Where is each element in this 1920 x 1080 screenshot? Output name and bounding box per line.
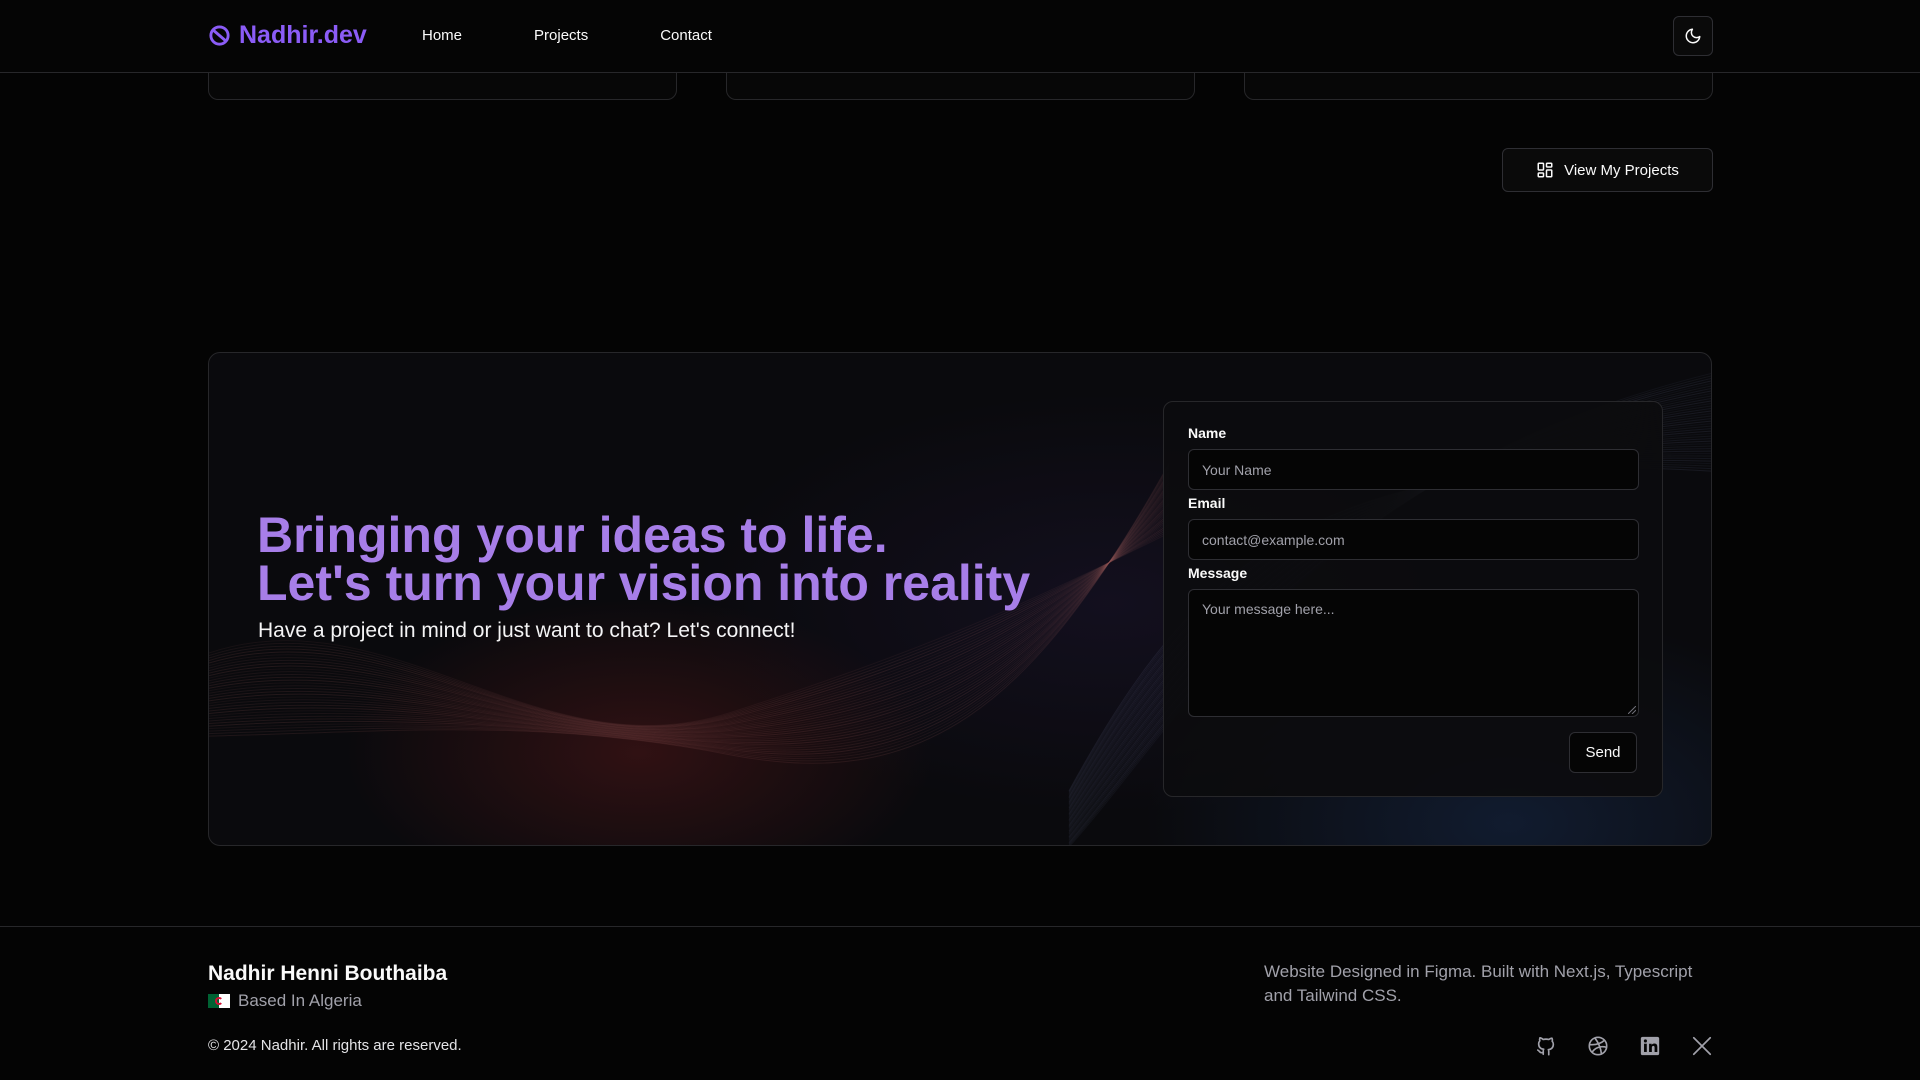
headline-line-2: Let's turn your vision into reality — [257, 555, 1031, 611]
contact-subline: Have a project in mind or just want to c… — [258, 619, 796, 642]
contact-section: Bringing your ideas to life. Let's turn … — [208, 352, 1712, 846]
nav-projects[interactable]: Projects — [534, 27, 588, 44]
x-icon[interactable] — [1691, 1035, 1713, 1057]
site-header: Nadhir.dev Home Projects Contact — [0, 0, 1920, 73]
main-nav: Home Projects Contact — [422, 27, 784, 44]
theme-toggle-button[interactable] — [1673, 16, 1713, 56]
name-input[interactable]: Your Name — [1188, 449, 1639, 490]
linkedin-icon[interactable] — [1639, 1035, 1661, 1057]
nav-contact[interactable]: Contact — [660, 27, 712, 44]
built-with-text: Website Designed in Figma. Built with Ne… — [1264, 962, 1693, 1005]
resize-handle-icon[interactable] — [1628, 706, 1636, 714]
nav-home[interactable]: Home — [422, 27, 462, 44]
logo-icon — [209, 25, 230, 46]
message-textarea[interactable]: Your message here... — [1188, 589, 1639, 717]
social-links — [1535, 1035, 1713, 1057]
message-label: Message — [1188, 565, 1248, 581]
logo-text: Nadhir.dev — [239, 21, 367, 49]
site-footer: Nadhir Henni Bouthaiba Based In Algeria … — [0, 926, 1920, 1080]
copyright-text: © 2024 Nadhir. All rights are reserved. — [208, 1037, 462, 1054]
view-projects-label: View My Projects — [1564, 161, 1679, 179]
logo[interactable]: Nadhir.dev — [208, 21, 367, 50]
view-projects-button[interactable]: View My Projects — [1502, 148, 1713, 192]
message-placeholder: Your message here... — [1202, 601, 1335, 617]
github-icon[interactable] — [1535, 1035, 1557, 1057]
email-label: Email — [1188, 495, 1226, 511]
moon-icon — [1685, 28, 1701, 44]
location-text: Based In Algeria — [238, 991, 362, 1010]
email-input[interactable]: contact@example.com — [1188, 519, 1639, 560]
algeria-flag-icon — [208, 994, 230, 1008]
send-button[interactable]: Send — [1569, 732, 1637, 773]
contact-form: Name Your Name Email contact@example.com… — [1163, 401, 1663, 797]
contact-headline: Bringing your ideas to life. Let's turn … — [257, 510, 1030, 608]
dribbble-icon[interactable] — [1587, 1035, 1609, 1057]
grid-icon — [1537, 162, 1553, 178]
footer-name: Nadhir Henni Bouthaiba — [208, 962, 448, 985]
name-label: Name — [1188, 425, 1227, 441]
footer-location: Based In Algeria — [208, 991, 362, 1011]
